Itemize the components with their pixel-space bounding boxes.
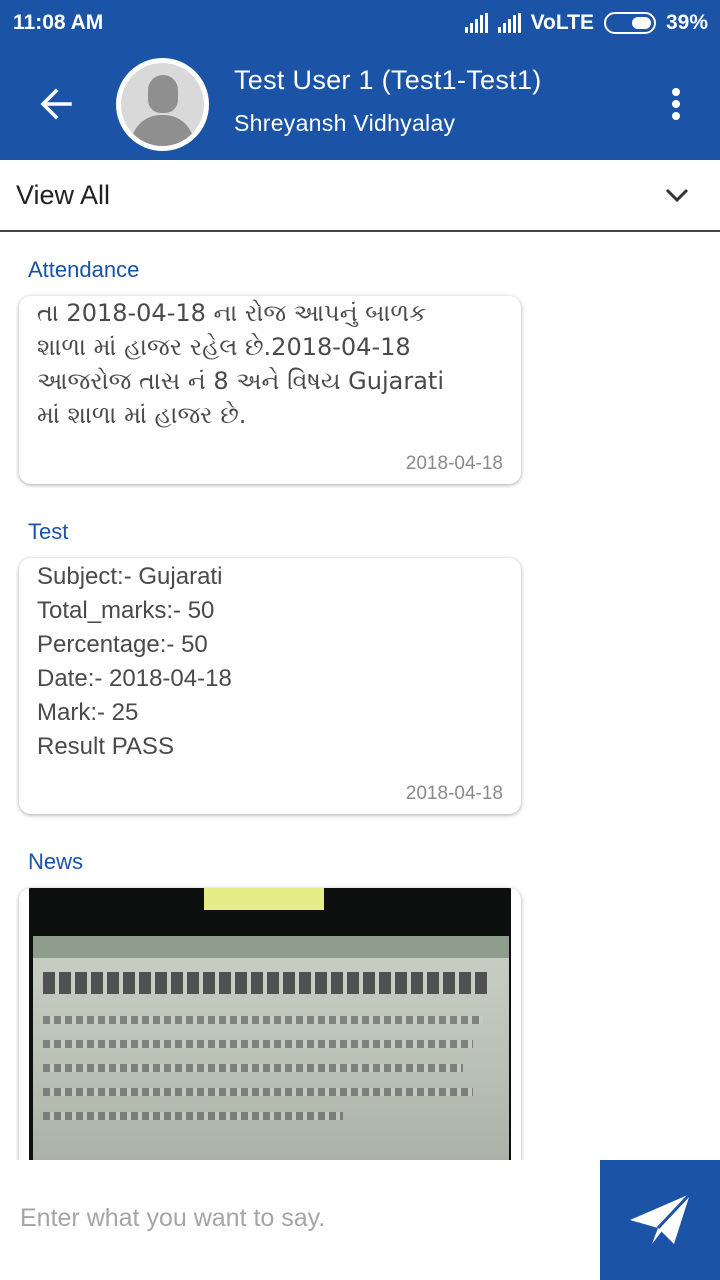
back-button[interactable] bbox=[32, 80, 80, 128]
test-details: Subject:- Gujarati Total_marks:- 50 Perc… bbox=[37, 560, 232, 764]
test-subject: Subject:- Gujarati bbox=[37, 563, 223, 590]
section-title-news: News bbox=[28, 849, 84, 874]
attendance-message: તા 2018-04-18 ના રોજ આપનું બાળક શાળા માં… bbox=[37, 296, 444, 432]
attendance-line: તા 2018-04-18 ના રોજ આપનું બાળક bbox=[37, 299, 427, 327]
test-date: Date:- 2018-04-18 bbox=[37, 665, 232, 692]
avatar[interactable] bbox=[116, 58, 209, 151]
test-card-date: 2018-04-18 bbox=[405, 783, 503, 804]
signal-icon bbox=[497, 13, 521, 33]
test-card: Subject:- Gujarati Total_marks:- 50 Perc… bbox=[19, 558, 521, 814]
attendance-line: માં શાળા માં હાજર છે. bbox=[37, 401, 247, 429]
test-mark: Mark:- 25 bbox=[37, 699, 139, 726]
test-total-marks: Total_marks:- 50 bbox=[37, 597, 215, 624]
app-header: 11:08 AM VoLTE 39% Test User 1 (Test1-Te… bbox=[0, 0, 720, 160]
status-icons: VoLTE 39% bbox=[464, 11, 708, 35]
attendance-line: આજરોજ તાસ નં 8 અને વિષય Gujarati bbox=[37, 367, 444, 395]
test-percentage: Percentage:- 50 bbox=[37, 631, 208, 658]
message-feed[interactable]: Attendance તા 2018-04-18 ના રોજ આપનું બા… bbox=[0, 233, 720, 1160]
attendance-line: શાળા માં હાજર રહેલ છે.2018-04-18 bbox=[37, 333, 411, 361]
battery-label: 39% bbox=[665, 11, 708, 34]
test-result: Result PASS bbox=[37, 733, 174, 760]
signal-icon bbox=[464, 13, 488, 33]
more-options-button[interactable] bbox=[656, 84, 696, 124]
send-icon bbox=[630, 1192, 692, 1244]
news-card[interactable] bbox=[19, 888, 521, 1160]
filter-dropdown[interactable]: View All bbox=[0, 160, 720, 232]
news-image[interactable] bbox=[29, 888, 511, 1160]
school-name: Shreyansh Vidhyalay bbox=[234, 110, 456, 136]
filter-selected-value: View All bbox=[16, 180, 111, 210]
message-composer bbox=[0, 1160, 720, 1280]
section-title-test: Test bbox=[28, 519, 69, 544]
app-bar: Test User 1 (Test1-Test1) Shreyansh Vidh… bbox=[0, 50, 720, 160]
battery-icon bbox=[603, 12, 656, 34]
attendance-date: 2018-04-18 bbox=[405, 453, 503, 474]
attendance-card: તા 2018-04-18 ના રોજ આપનું બાળક શાળા માં… bbox=[19, 296, 521, 484]
status-time: 11:08 AM bbox=[13, 11, 104, 34]
network-label: VoLTE bbox=[530, 11, 594, 34]
more-vertical-icon bbox=[672, 88, 680, 96]
section-title-attendance: Attendance bbox=[28, 257, 140, 282]
arrow-left-icon bbox=[40, 88, 72, 120]
avatar-placeholder-icon bbox=[121, 63, 204, 146]
message-input[interactable] bbox=[20, 1204, 580, 1233]
user-name: Test User 1 (Test1-Test1) bbox=[234, 65, 542, 95]
status-bar: 11:08 AM VoLTE 39% bbox=[0, 0, 720, 50]
send-button[interactable] bbox=[600, 1160, 720, 1280]
chevron-down-icon bbox=[665, 188, 689, 203]
